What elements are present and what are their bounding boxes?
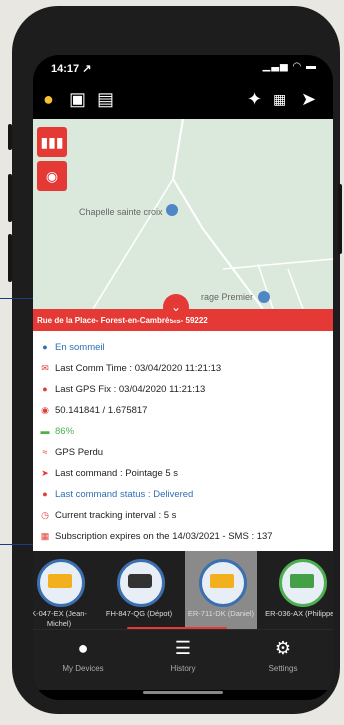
map-poi-icon[interactable] — [258, 291, 270, 303]
truck-icon — [279, 559, 327, 607]
nav-history[interactable]: ☰ History — [133, 630, 233, 690]
info-row-battery: ▬ 86% — [40, 425, 75, 437]
status-time: 14:17 ↗ — [51, 63, 92, 75]
command-status-icon: ● — [42, 489, 48, 499]
locate-icon[interactable]: ◉ — [37, 161, 67, 191]
volume-up-button — [8, 174, 12, 222]
person-marker-icon[interactable]: ● — [43, 89, 54, 109]
status-indicators: ▁▃▅ ◠ ▬ — [262, 61, 317, 72]
top-toolbar: ● ▣ ▤ ✦ ▦ ➤ — [33, 79, 333, 119]
location-arrow-icon: ↗ — [82, 63, 92, 75]
coordinates-icon: ◉ — [41, 404, 49, 415]
van-icon — [117, 559, 165, 607]
device-info-panel: ● En sommeil ✉ Last Comm Time : 03/04/2020… — [33, 331, 333, 551]
list-icon: ☰ — [174, 638, 192, 658]
bottom-nav: ● My Devices ☰ History ⚙ Settings — [33, 629, 333, 690]
barcode-icon[interactable]: ▮▮▮ — [37, 127, 67, 157]
info-row-subscription: ▦ Subscription expires on the 14/03/2021 … — [40, 530, 273, 542]
calendar-icon: ▦ — [40, 530, 50, 541]
info-row-gps-signal: ≈ GPS Perdu — [39, 444, 104, 460]
info-row-gps-fix: ● Last GPS Fix : 03/04/2020 11:21:13 — [39, 381, 205, 397]
info-row-coordinates: ◉ 50.141841 / 1.675817 — [39, 402, 147, 418]
truck-icon — [37, 559, 85, 607]
map-view[interactable]: ▮▮▮ ◉ Chapelle sainte croix rage Premier — [33, 119, 333, 309]
map-pin-icon: ● — [77, 638, 89, 658]
map-device-icon[interactable]: ▣ — [69, 89, 86, 109]
app-screen: 14:17 ↗ ▁▃▅ ◠ ▬ ● ▣ ▤ ✦ ▦ ➤ ▮▮▮ ◉ Chapel… — [33, 55, 333, 700]
volume-down-button — [8, 234, 12, 282]
clock-icon: ◷ — [41, 509, 49, 520]
map-roads — [92, 119, 333, 309]
info-row-status: ● En sommeil — [39, 339, 104, 355]
status-dot-icon: ● — [42, 342, 48, 352]
command-icon: ➤ — [41, 467, 49, 478]
info-row-command-status: ● Last command status : Delivered — [39, 486, 193, 502]
battery-icon: ▬ — [40, 426, 50, 436]
gear-icon: ⚙ — [274, 638, 292, 658]
walking-person-icon[interactable]: ✦ — [247, 89, 262, 109]
info-row-comm: ✉ Last Comm Time : 03/04/2020 11:21:13 — [39, 360, 221, 376]
mute-switch — [8, 124, 12, 150]
map-place-label-2: rage Premier — [201, 292, 254, 302]
chevron-down-icon[interactable]: ⌄ — [163, 294, 189, 320]
archive-icon[interactable]: ▤ — [97, 89, 114, 109]
power-button — [338, 184, 342, 254]
parking-icon[interactable]: ▦ — [273, 89, 286, 109]
gps-pin-icon: ● — [42, 384, 48, 394]
comm-icon: ✉ — [41, 362, 49, 373]
nav-settings[interactable]: ⚙ Settings — [233, 630, 333, 690]
truck-icon — [199, 559, 247, 607]
map-poi-icon[interactable] — [166, 204, 178, 216]
map-place-label: Chapelle sainte croix — [79, 207, 163, 217]
send-icon[interactable]: ➤ — [301, 89, 316, 109]
nav-my-devices[interactable]: ● My Devices — [33, 630, 133, 690]
info-row-last-command: ➤ Last command : Pointage 5 s — [39, 465, 178, 481]
status-bar: 14:17 ↗ ▁▃▅ ◠ ▬ — [33, 55, 333, 77]
gps-signal-icon: ≈ — [42, 447, 48, 457]
info-row-tracking-interval: ◷ Current tracking interval : 5 s — [39, 507, 176, 523]
home-indicator[interactable] — [143, 691, 223, 694]
